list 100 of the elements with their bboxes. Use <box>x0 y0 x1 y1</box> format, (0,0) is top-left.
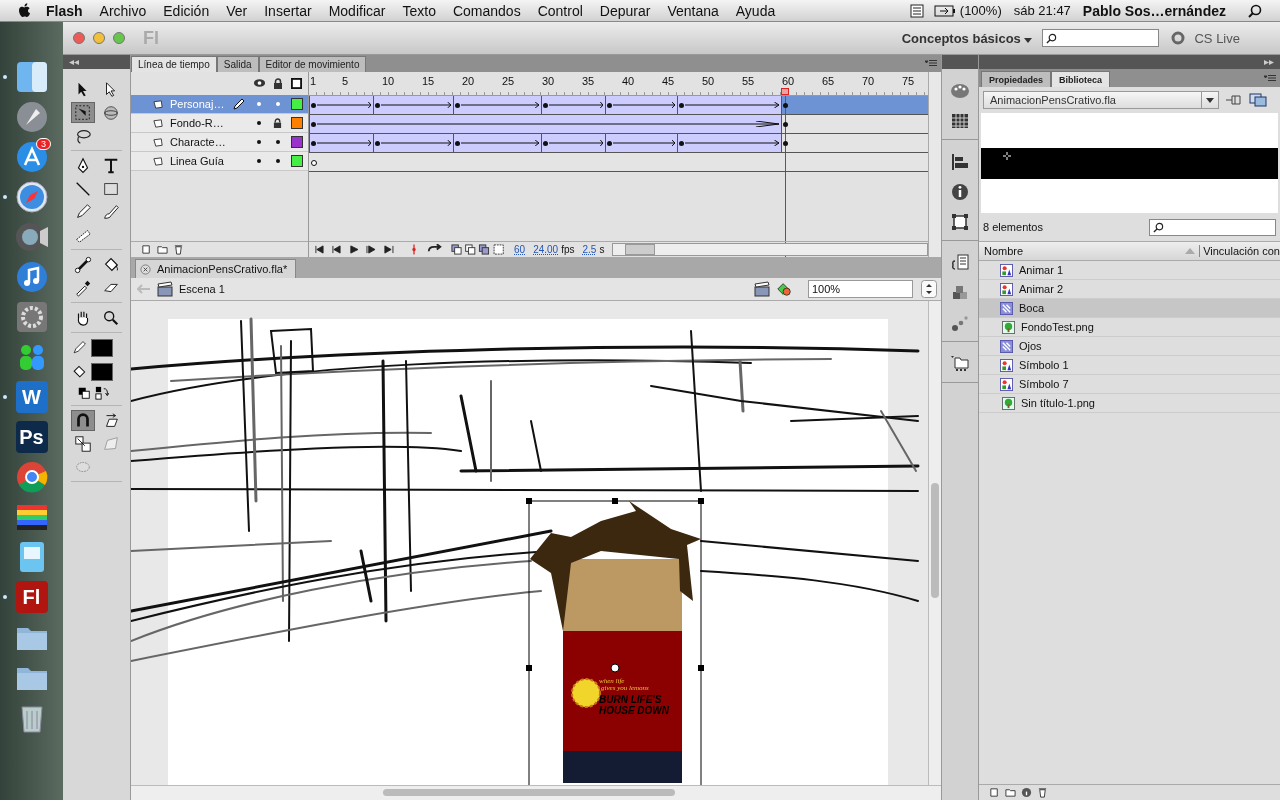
folder-icon[interactable] <box>950 354 970 374</box>
menu-item[interactable]: Ver <box>226 2 248 19</box>
code-icon[interactable] <box>950 253 970 273</box>
free-transform-tool-button[interactable] <box>71 102 95 123</box>
trash-icon[interactable] <box>1037 787 1048 798</box>
shapes-icon[interactable] <box>776 281 792 297</box>
swap-colors-icon[interactable] <box>95 386 109 400</box>
compass-icon[interactable] <box>13 179 50 215</box>
dots-icon[interactable] <box>950 313 970 333</box>
layer-color-swatch[interactable] <box>291 98 303 110</box>
folder-icon[interactable] <box>1005 787 1016 798</box>
frame-cell[interactable] <box>773 115 781 133</box>
dot-icon[interactable] <box>276 159 280 163</box>
library-item[interactable]: Símbolo 1 <box>979 356 1280 375</box>
lock-icon[interactable] <box>273 78 283 90</box>
panel-menu-icon[interactable] <box>925 60 937 68</box>
workspace-menu[interactable]: Conceptos básicos <box>901 30 1033 46</box>
library-dropdown[interactable]: AnimacionPensCrativo.fla <box>983 91 1219 109</box>
menu-item[interactable]: Archivo <box>99 2 147 19</box>
onion-skin-controls-drawing[interactable] <box>451 244 506 255</box>
search-field[interactable] <box>1149 218 1276 236</box>
layer-row[interactable]: Characte… <box>131 133 308 152</box>
new-layer-icon[interactable] <box>141 244 152 255</box>
document-tab[interactable]: AnimacionPensCrativo.fla* <box>135 259 297 278</box>
frame-cell[interactable] <box>445 96 453 114</box>
library-item[interactable]: Boca <box>979 299 1280 318</box>
app-icon[interactable]: Fl <box>15 581 48 613</box>
new-symbol-icon[interactable] <box>989 787 1000 798</box>
collapse-icon[interactable] <box>69 59 79 65</box>
outline-icon[interactable] <box>291 78 302 89</box>
palette-icon[interactable] <box>950 81 970 101</box>
menu-item[interactable]: Edición <box>163 2 210 19</box>
minimize-button[interactable] <box>93 32 105 44</box>
dot-icon[interactable] <box>257 102 261 106</box>
vertical-scrollbar[interactable] <box>928 72 941 257</box>
frame-cell[interactable] <box>533 96 541 114</box>
layer-color-swatch[interactable] <box>291 136 303 148</box>
dot-icon[interactable] <box>257 140 261 144</box>
cs-live-menu[interactable]: CS Live <box>1194 30 1240 46</box>
panel-menu-icon[interactable] <box>1264 75 1276 83</box>
keyframe-cell[interactable] <box>781 115 789 133</box>
frame-cell[interactable] <box>445 134 453 152</box>
expand-icon[interactable] <box>1264 59 1274 65</box>
dot-icon[interactable] <box>276 102 280 106</box>
panel-tab[interactable]: Línea de tiempo <box>131 56 217 72</box>
frame-cell[interactable] <box>533 134 541 152</box>
search-field[interactable] <box>1042 29 1160 47</box>
scene-name[interactable]: Escena 1 <box>179 283 225 295</box>
column-header[interactable]: Nombre <box>984 245 1186 257</box>
search-icon[interactable] <box>1248 3 1262 18</box>
menu-item[interactable]: Texto <box>402 2 436 19</box>
elapsed-time-field[interactable]: 2.5 <box>582 244 597 255</box>
menu-item[interactable]: Insertar <box>264 2 312 19</box>
snap-magnet-button[interactable] <box>71 410 95 431</box>
frame-rate-field[interactable]: 24.00 <box>533 244 559 255</box>
keyframe-cell[interactable] <box>781 134 789 152</box>
library-item[interactable]: Animar 1 <box>979 261 1280 280</box>
panel-tab[interactable]: Editor de movimiento <box>258 56 367 72</box>
trash-icon[interactable] <box>173 244 184 255</box>
frame-cell[interactable] <box>669 96 677 114</box>
column-header[interactable]: Vinculación con <box>1199 245 1280 257</box>
close-button[interactable] <box>73 32 85 44</box>
close-icon[interactable] <box>140 263 151 275</box>
menu-clock[interactable]: sáb 21:47 <box>1013 3 1071 18</box>
layer-color-swatch[interactable] <box>291 155 303 167</box>
selection-box[interactable] <box>526 498 704 785</box>
sort-icon[interactable] <box>1185 248 1196 254</box>
stepper-button[interactable] <box>921 280 937 298</box>
eye-icon[interactable] <box>253 78 266 88</box>
layer-row[interactable]: Linea Guía <box>131 152 308 171</box>
default-colors-icon[interactable] <box>77 386 91 400</box>
menu-item[interactable]: Modificar <box>328 2 386 19</box>
dot-icon[interactable] <box>276 140 280 144</box>
color-swatch[interactable] <box>91 363 113 381</box>
library-item[interactable]: FondoTest.png <box>979 318 1280 337</box>
vertical-scrollbar[interactable] <box>928 301 941 785</box>
panel-tab[interactable]: Biblioteca <box>1051 71 1111 87</box>
frame-cell[interactable] <box>597 134 605 152</box>
apple-icon[interactable] <box>18 2 32 19</box>
horizontal-scrollbar[interactable] <box>131 785 941 800</box>
new-library-icon[interactable] <box>1249 93 1267 107</box>
menu-item[interactable]: Ayuda <box>735 2 776 19</box>
menu-item[interactable]: Ventana <box>667 2 719 19</box>
playhead[interactable] <box>781 88 789 95</box>
folder-icon[interactable] <box>157 244 168 255</box>
panel-tab[interactable]: Propiedades <box>981 71 1052 87</box>
keyframe-cell[interactable] <box>781 96 789 114</box>
layer-color-swatch[interactable] <box>291 117 303 129</box>
layer-row[interactable]: Fondo-R… <box>131 114 308 133</box>
frame-cell[interactable] <box>365 134 373 152</box>
lock-icon[interactable] <box>273 117 282 129</box>
info-icon[interactable] <box>1021 787 1032 798</box>
menu-item[interactable]: Control <box>537 2 583 19</box>
app-icon[interactable]: Ps <box>15 421 48 453</box>
menu-item[interactable]: Depurar <box>599 2 651 19</box>
frame-cell[interactable] <box>773 134 781 152</box>
clapperboard-icon[interactable] <box>754 281 770 297</box>
app-icon[interactable]: W <box>15 381 48 413</box>
dot-icon[interactable] <box>257 121 261 125</box>
align-icon[interactable] <box>950 152 970 172</box>
